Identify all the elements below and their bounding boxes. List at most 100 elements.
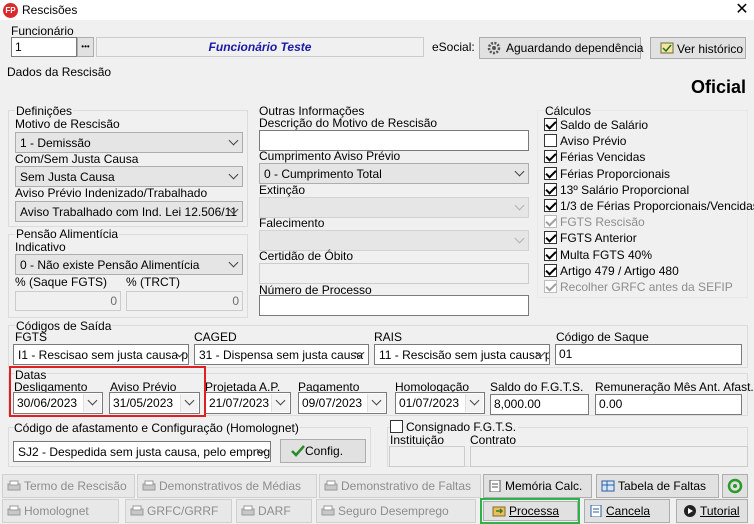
close-icon[interactable]: ✕ (730, 0, 754, 20)
homolognet-label: Homolognet (24, 504, 89, 518)
falecimento-select[interactable] (259, 230, 529, 251)
remuneracao-input[interactable]: 0.00 (595, 394, 742, 415)
justa-causa-label: Com/Sem Justa Causa (15, 152, 139, 166)
printer-icon (7, 505, 21, 516)
homolognet-button[interactable]: Homolognet (2, 499, 119, 523)
numero-processo-input[interactable] (259, 295, 529, 316)
tabela-faltas-button[interactable]: Tabela de Faltas (596, 474, 719, 498)
calculo-label: Artigo 479 / Artigo 480 (560, 264, 679, 278)
descricao-label: Descrição do Motivo de Rescisão (259, 116, 438, 130)
cumprimento-select[interactable]: 0 - Cumprimento Total (259, 163, 529, 184)
funcionario-lookup-button[interactable]: ••• (77, 37, 94, 57)
motivo-value: 1 - Demissão (20, 136, 91, 150)
chevron-down-icon (514, 166, 525, 177)
calculo-checkbox[interactable]: Multa FGTS 40% (544, 248, 652, 264)
cancela-button[interactable]: Cancela (584, 499, 670, 523)
darf-button[interactable]: DARF (236, 499, 312, 523)
checkbox-box[interactable] (544, 264, 557, 277)
caged-value: 31 - Dispensa sem justa causa (199, 348, 364, 362)
checkbox-box[interactable] (544, 167, 557, 180)
chevron-down-icon (228, 135, 239, 146)
calculo-checkbox[interactable]: FGTS Rescisão (544, 215, 645, 231)
tutorial-button[interactable]: Tutorial (676, 499, 748, 523)
projetada-value: 21/07/2023 (209, 396, 270, 410)
checkbox-box[interactable] (544, 248, 557, 261)
calculo-checkbox[interactable]: Saldo de Salário (544, 118, 648, 134)
checkbox-box[interactable] (544, 215, 557, 228)
calculo-checkbox[interactable]: Férias Proporcionais (544, 167, 670, 183)
indicativo-select[interactable]: 0 - Não existe Pensão Alimentícia (15, 254, 243, 275)
calculo-label: Saldo de Salário (560, 118, 649, 132)
motivo-select[interactable]: 1 - Demissão (15, 132, 243, 153)
pensao-saque-label: % (Saque FGTS) (15, 275, 108, 289)
calculo-checkbox[interactable]: 1/3 de Férias Proporcionais/Vencidas (544, 199, 754, 215)
instituicao-input[interactable] (389, 446, 465, 467)
ver-historico-button[interactable]: Ver histórico (650, 37, 746, 59)
contrato-label: Contrato (470, 433, 517, 447)
refresh-button[interactable] (722, 474, 748, 498)
printer-icon (130, 505, 144, 516)
fgts-code-select[interactable]: I1 - Rescisao sem justa causa po (13, 344, 189, 365)
calculo-checkbox[interactable]: FGTS Anterior (544, 231, 637, 247)
checkbox-box[interactable] (544, 134, 557, 147)
funcionario-code-input[interactable]: 1 (11, 37, 77, 57)
pagamento-date[interactable]: 09/07/2023 (298, 392, 387, 414)
checkbox-box[interactable] (544, 280, 557, 293)
projetada-date[interactable]: 21/07/2023 (205, 392, 291, 414)
demonstrativo-faltas-button[interactable]: Demonstrativo de Faltas (319, 474, 481, 498)
certidao-input[interactable] (259, 263, 529, 284)
calculo-checkbox[interactable]: Férias Vencidas (544, 150, 645, 166)
calculo-checkbox[interactable]: Artigo 479 / Artigo 480 (544, 264, 679, 280)
config-button[interactable]: Config. (280, 439, 366, 463)
calendar-dropdown-button[interactable] (367, 394, 385, 412)
termo-rescisao-label: Termo de Rescisão (24, 479, 127, 493)
calculo-checkbox[interactable]: 13º Salário Proporcional (544, 183, 689, 199)
cancela-label: Cancela (606, 504, 651, 518)
homologacao-date[interactable]: 01/07/2023 (395, 392, 485, 414)
printer-icon (241, 505, 255, 516)
calculo-checkbox[interactable]: Recolher GRFC antes da SEFIP (544, 280, 733, 296)
extincao-label: Extinção (259, 183, 306, 197)
demonstrativos-medias-button[interactable]: Demonstrativos de Médias (137, 474, 317, 498)
caged-label: CAGED (194, 330, 237, 344)
calendar-dropdown-button[interactable] (271, 394, 289, 412)
saldo-fgts-input[interactable]: 8,000.00 (490, 394, 589, 415)
gear-icon (487, 41, 501, 55)
memoria-calc-button[interactable]: Memória Calc. (483, 474, 592, 498)
chevron-down-icon (469, 395, 480, 406)
termo-rescisao-button[interactable]: Termo de Rescisão (2, 474, 135, 498)
checkbox-box[interactable] (544, 199, 557, 212)
esocial-label: eSocial: (432, 40, 475, 54)
refresh-icon (727, 478, 743, 494)
chevron-down-icon (371, 395, 382, 406)
grfc-button[interactable]: GRFC/GRRF (125, 499, 232, 523)
pensao-saque-input[interactable]: 0 (15, 291, 121, 311)
descricao-input[interactable] (259, 130, 529, 151)
checkmark-icon (291, 445, 305, 457)
seguro-desemprego-button[interactable]: Seguro Desemprego (316, 499, 476, 523)
rais-select[interactable]: 11 - Rescisão sem justa causa p (374, 344, 550, 365)
pensao-trct-input[interactable]: 0 (126, 291, 243, 311)
certidao-label: Certidão de Óbito (259, 249, 354, 263)
caged-select[interactable]: 31 - Dispensa sem justa causa (194, 344, 369, 365)
calculo-checkbox[interactable]: Aviso Prévio (544, 134, 626, 150)
rais-value: 11 - Rescisão sem justa causa p (379, 348, 550, 362)
checkbox-box[interactable] (544, 183, 557, 196)
rescisao-tipo-label: Oficial (691, 77, 747, 97)
checkbox-box[interactable] (544, 231, 557, 244)
falecimento-label: Falecimento (259, 216, 325, 230)
checkbox-box[interactable] (544, 150, 557, 163)
aviso-indenizado-select[interactable]: Aviso Trabalhado com Ind. Lei 12.506/11 (15, 201, 243, 222)
extincao-select[interactable] (259, 197, 529, 218)
checkbox-box[interactable] (390, 420, 403, 433)
demonstrativo-faltas-label: Demonstrativo de Faltas (341, 479, 472, 493)
codigo-saque-input[interactable]: 01 (555, 344, 742, 365)
demonstrativos-medias-label: Demonstrativos de Médias (159, 479, 302, 493)
checkbox-box[interactable] (544, 118, 557, 131)
calendar-dropdown-button[interactable] (465, 394, 483, 412)
esocial-status-button[interactable]: Aguardando dependência (479, 37, 643, 59)
justa-causa-select[interactable]: Sem Justa Causa (15, 166, 243, 187)
contrato-input[interactable] (470, 446, 748, 467)
calculo-label: FGTS Anterior (560, 231, 637, 245)
afastamento-select[interactable]: SJ2 - Despedida sem justa causa, pelo em… (13, 441, 271, 462)
